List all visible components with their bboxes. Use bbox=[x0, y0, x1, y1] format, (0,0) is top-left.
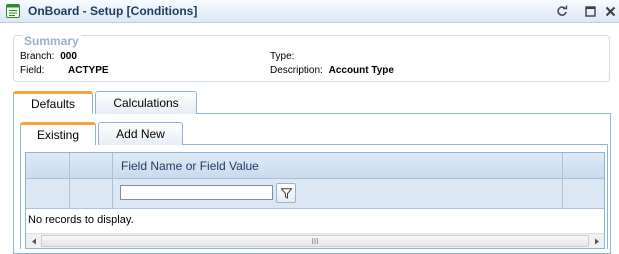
grid-col-divider-2 bbox=[112, 153, 113, 209]
tab-calculations-label: Calculations bbox=[113, 96, 179, 110]
column-header-field[interactable]: Field Name or Field Value bbox=[121, 159, 259, 173]
summary-panel: Summary Branch: 000 Field: ACTYPE Type: … bbox=[13, 34, 610, 82]
branch-value: 000 bbox=[60, 51, 77, 62]
type-row: Type: bbox=[270, 51, 294, 62]
window-title-bar: OnBoard - Setup [Conditions] bbox=[0, 0, 619, 23]
scroll-left-icon[interactable] bbox=[26, 234, 41, 248]
scroll-right-icon[interactable] bbox=[589, 234, 604, 248]
scroll-thumb[interactable]: III bbox=[41, 235, 589, 247]
field-row: Field: ACTYPE bbox=[20, 65, 109, 76]
tab-calculations[interactable]: Calculations bbox=[95, 91, 197, 114]
app-icon bbox=[6, 4, 20, 18]
window-title: OnBoard - Setup [Conditions] bbox=[28, 4, 198, 18]
tab-existing[interactable]: Existing bbox=[20, 122, 96, 145]
summary-legend: Summary bbox=[22, 34, 81, 48]
close-icon[interactable] bbox=[603, 4, 617, 18]
filter-icon[interactable] bbox=[276, 183, 296, 203]
tab-defaults-label: Defaults bbox=[30, 97, 76, 111]
tab-defaults[interactable]: Defaults bbox=[13, 91, 93, 114]
maximize-icon[interactable] bbox=[583, 4, 597, 18]
description-row: Description: Account Type bbox=[270, 65, 394, 76]
type-label: Type: bbox=[270, 51, 295, 62]
tab-add-new-label: Add New bbox=[116, 127, 165, 141]
description-value: Account Type bbox=[328, 65, 394, 76]
grid-col-divider-3 bbox=[562, 153, 563, 209]
refresh-icon[interactable] bbox=[555, 4, 569, 18]
grid-col-divider-1 bbox=[69, 153, 70, 209]
branch-row: Branch: 000 bbox=[20, 51, 77, 62]
field-label: Field: bbox=[20, 65, 45, 76]
tab-existing-label: Existing bbox=[36, 128, 80, 142]
horizontal-scrollbar[interactable]: III bbox=[26, 233, 604, 248]
filter-input[interactable] bbox=[120, 185, 273, 200]
empty-message: No records to display. bbox=[28, 214, 134, 226]
subpanel-left-border bbox=[20, 145, 21, 249]
records-grid: Field Name or Field Value No records to … bbox=[25, 152, 605, 249]
subpanel-right-border bbox=[607, 145, 608, 249]
description-label: Description: bbox=[270, 65, 323, 76]
scroll-grip: III bbox=[311, 236, 319, 246]
branch-label: Branch: bbox=[20, 51, 55, 62]
field-value: ACTYPE bbox=[68, 65, 109, 76]
subtab-strip-line bbox=[183, 144, 608, 145]
tab-add-new[interactable]: Add New bbox=[98, 122, 183, 145]
